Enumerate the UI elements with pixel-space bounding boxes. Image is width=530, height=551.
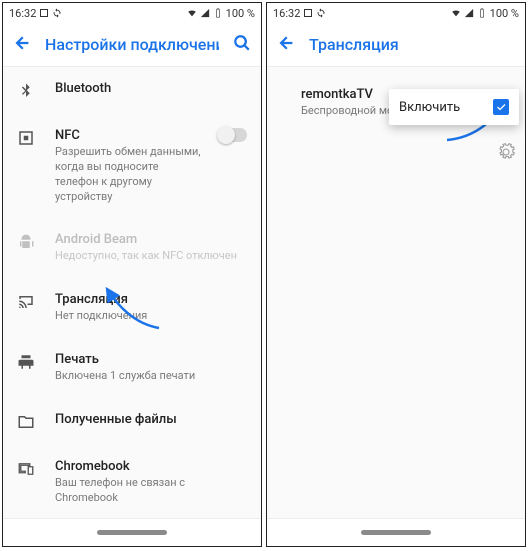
row-label: Chromebook [55,459,247,474]
popup-label: Включить [399,100,493,115]
nfc-icon [17,129,35,147]
android-icon [17,233,35,251]
cast-icon [17,293,35,311]
status-battery: 100 % [490,7,519,20]
settings-list: Bluetooth NFC Разрешить обмен данными, к… [3,67,261,518]
status-bar: 16:32 100 % [267,3,525,23]
row-label: Bluetooth [55,81,247,96]
notif-icon [304,9,312,17]
row-bluetooth[interactable]: Bluetooth [3,67,261,114]
row-cast[interactable]: Трансляция Нет подключения [3,278,261,338]
wifi-icon [187,8,197,18]
sync-icon [316,8,326,18]
device-settings-button[interactable] [497,143,515,165]
notif-icon [40,9,48,17]
row-nfc[interactable]: NFC Разрешить обмен данными, когда вы по… [3,114,261,218]
search-button[interactable] [233,34,251,56]
print-icon [17,353,35,371]
back-button[interactable] [13,34,31,56]
row-print[interactable]: Печать Включена 1 служба печати [3,338,261,398]
row-sub: Нет подключения [55,309,247,324]
devices-icon [17,460,35,478]
sync-icon [52,8,62,18]
battery-icon [477,8,487,18]
row-sub: Недоступно, так как NFC отключен [55,249,247,264]
phone-left: 16:32 100 % Настройки подключения Blueto… [2,2,262,547]
wifi-icon [451,8,461,18]
nav-bar[interactable] [267,518,525,546]
row-received-files[interactable]: Полученные файлы [3,398,261,445]
page-title: Трансляция [309,35,515,54]
page-title: Настройки подключения [45,35,219,54]
signal-icon [200,8,210,18]
row-label: Печать [55,352,247,367]
status-time: 16:32 [9,7,36,20]
home-pill[interactable] [361,530,431,535]
status-battery: 100 % [226,7,255,20]
status-time: 16:32 [273,7,300,20]
app-header: Трансляция [267,23,525,67]
row-label: Android Beam [55,232,247,247]
row-sub: Разрешить обмен данными, когда вы поднос… [55,145,201,204]
signal-icon [464,8,474,18]
battery-icon [213,8,223,18]
folder-icon [17,413,35,431]
enable-popup[interactable]: Включить [389,89,519,125]
bluetooth-icon [17,82,35,100]
row-label: NFC [55,128,201,143]
row-sub: Ваш телефон не связан с Chromebook [55,476,247,506]
enable-checkbox[interactable] [493,99,509,115]
status-bar: 16:32 100 % [3,3,261,23]
cast-list: Включить remontkaTV Беспроводной монитор [267,67,525,518]
gear-icon [497,143,515,161]
phone-right: 16:32 100 % Трансляция Включить remon [266,2,526,547]
row-label: Полученные файлы [55,412,247,427]
app-header: Настройки подключения [3,23,261,67]
back-button[interactable] [277,34,295,56]
row-label: Трансляция [55,292,247,307]
row-android-beam: Android Beam Недоступно, так как NFC отк… [3,218,261,278]
row-sub: Включена 1 служба печати [55,369,247,384]
nfc-switch[interactable] [219,128,247,142]
nav-bar[interactable] [3,518,261,546]
home-pill[interactable] [97,530,167,535]
row-chromebook[interactable]: Chromebook Ваш телефон не связан с Chrom… [3,445,261,518]
